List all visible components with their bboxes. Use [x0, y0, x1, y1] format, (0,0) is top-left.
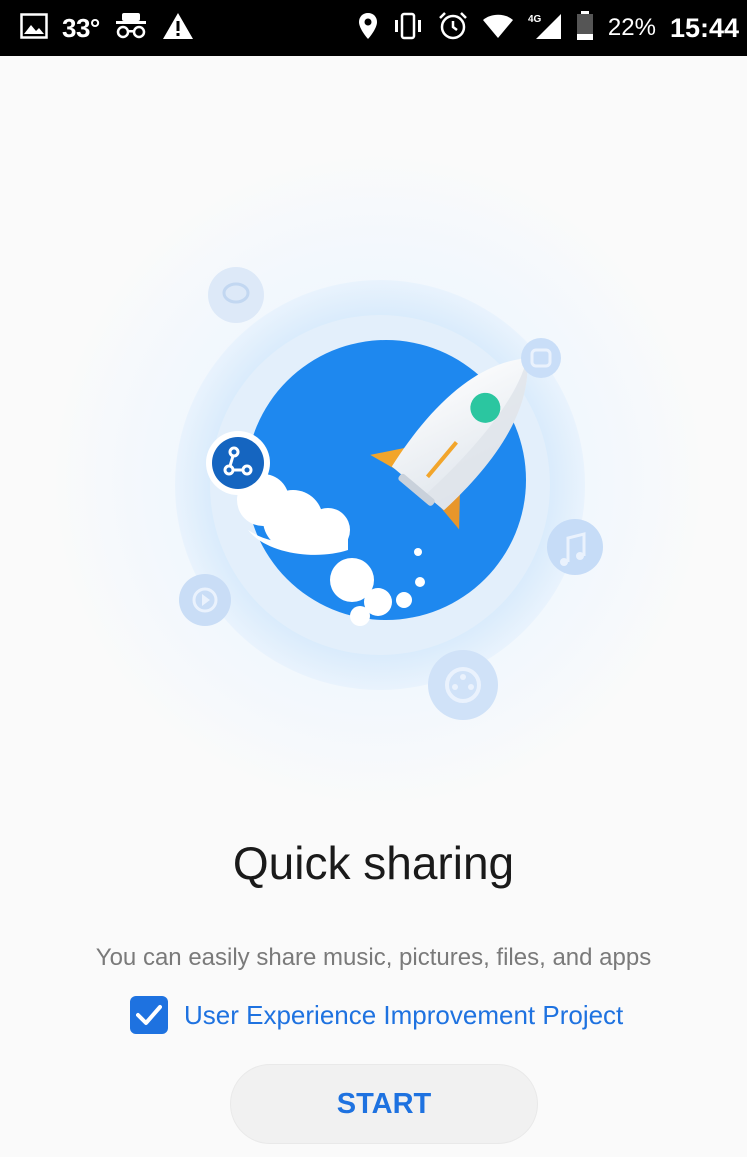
hero-illustration — [48, 150, 708, 810]
consent-checkbox[interactable] — [130, 996, 168, 1034]
location-icon — [358, 12, 378, 45]
battery-icon — [576, 10, 594, 46]
incognito-icon — [114, 12, 148, 45]
status-bar-left: 33° — [20, 12, 194, 45]
consent-label[interactable]: User Experience Improvement Project — [184, 1000, 623, 1031]
network-type-label: 4G — [528, 14, 542, 25]
vibrate-icon — [392, 12, 424, 45]
warning-icon — [162, 12, 194, 45]
alarm-icon — [438, 11, 468, 46]
consent-row[interactable]: User Experience Improvement Project — [130, 996, 623, 1034]
page-title: Quick sharing — [232, 837, 515, 889]
page-subtitle: You can easily share music, pictures, fi… — [95, 944, 652, 971]
checkmark-icon — [136, 1005, 162, 1025]
battery-percent: 22% — [607, 14, 656, 41]
status-bar-right: 4G 22% 15:44 — [358, 10, 739, 46]
film-reel-icon — [428, 650, 498, 720]
video-icon — [179, 574, 231, 626]
temperature-text: 33° — [62, 12, 100, 43]
start-button[interactable]: START — [230, 1064, 538, 1144]
wifi-icon — [482, 13, 514, 44]
chat-icon — [208, 267, 264, 323]
music-icon — [547, 519, 603, 575]
status-bar: 33° 4G 22% 15:44 — [0, 0, 747, 56]
image-icon — [20, 12, 48, 44]
rocket-illustration — [48, 150, 708, 810]
app-icon — [521, 338, 561, 378]
signal-icon: 4G — [528, 12, 562, 45]
share-icon — [206, 431, 270, 495]
clock: 15:44 — [669, 12, 739, 43]
